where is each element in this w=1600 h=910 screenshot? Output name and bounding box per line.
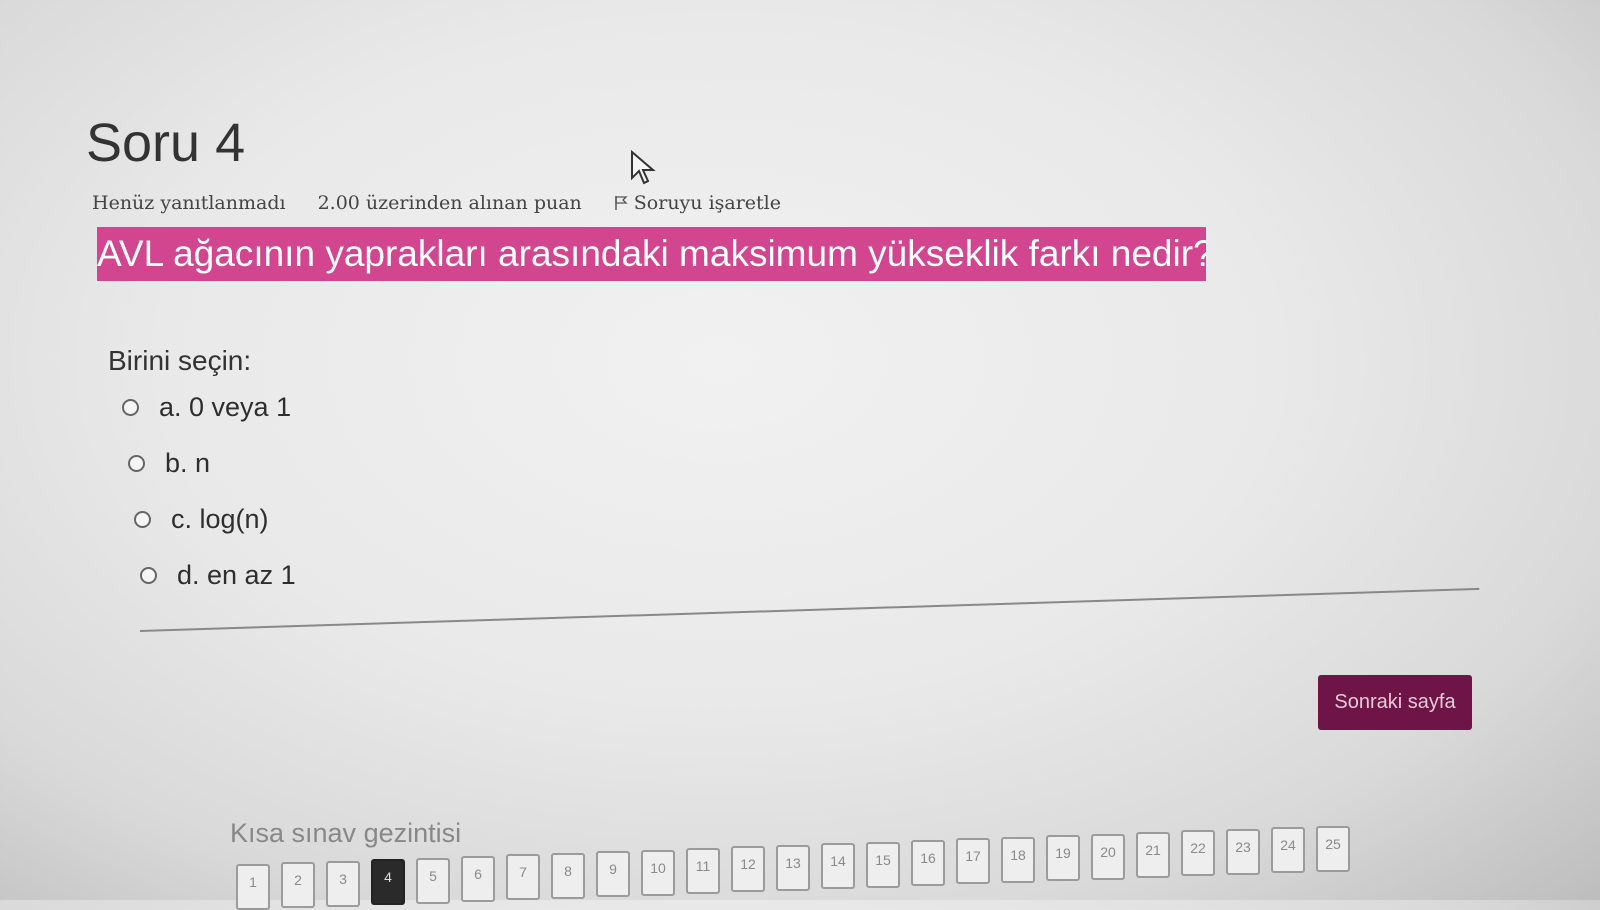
quiz-nav-item-16[interactable]: 16 [911, 840, 945, 886]
quiz-nav-item-10[interactable]: 10 [641, 849, 675, 896]
quiz-nav-item-9[interactable]: 9 [596, 851, 630, 898]
quiz-nav-item-8[interactable]: 8 [551, 852, 585, 899]
radio-button[interactable] [128, 455, 145, 472]
question-meta: Henüz yanıtlanmadı 2.00 üzerinden alınan… [92, 192, 781, 214]
flag-question-label: Soruyu işaretle [633, 192, 782, 214]
flag-icon [615, 196, 628, 210]
question-title: Soru 4 [86, 113, 246, 173]
next-page-button[interactable]: Sonraki sayfa [1318, 675, 1472, 730]
divider [139, 587, 1480, 632]
quiz-nav-item-2[interactable]: 2 [281, 862, 315, 909]
quiz-nav-item-25[interactable]: 25 [1316, 826, 1350, 872]
quiz-navigation: 1 2 3 4 5 6 7 8 9 10 11 12 13 14 15 16 17 18 19 20 21 22 23 24 2… [236, 826, 1436, 910]
radio-button[interactable] [134, 511, 151, 528]
option-b[interactable]: b. n [128, 448, 210, 479]
quiz-nav-item-21[interactable]: 21 [1136, 832, 1170, 878]
answer-prompt: Birini seçin: [108, 345, 252, 376]
quiz-nav-item-6[interactable]: 6 [461, 856, 495, 902]
quiz-nav-item-12[interactable]: 12 [731, 846, 765, 893]
option-d[interactable]: d. en az 1 [140, 560, 296, 591]
question-points: 2.00 üzerinden alınan puan [317, 192, 582, 214]
quiz-nav-item-24[interactable]: 24 [1271, 827, 1305, 874]
radio-button[interactable] [140, 567, 157, 584]
question-status: Henüz yanıtlanmadı [92, 192, 286, 214]
quiz-nav-item-22[interactable]: 22 [1181, 830, 1215, 877]
option-c[interactable]: c. log(n) [134, 504, 269, 535]
quiz-nav-item-5[interactable]: 5 [416, 857, 450, 904]
quiz-nav-item-18[interactable]: 18 [1001, 836, 1035, 883]
quiz-nav-item-15[interactable]: 15 [866, 841, 900, 888]
quiz-nav-item-20[interactable]: 20 [1091, 833, 1125, 880]
question-text: AVL ağacının yaprakları arasındaki maksi… [97, 227, 1206, 281]
quiz-nav-item-11[interactable]: 11 [686, 848, 720, 894]
mouse-cursor-icon [631, 150, 656, 185]
radio-button[interactable] [122, 399, 139, 416]
quiz-nav-item-14[interactable]: 14 [821, 843, 855, 890]
flag-question-link[interactable]: Soruyu işaretle [614, 192, 781, 214]
option-a[interactable]: a. 0 veya 1 [122, 392, 291, 423]
quiz-nav-item-23[interactable]: 23 [1226, 828, 1260, 875]
quiz-nav-item-17[interactable]: 17 [956, 838, 990, 885]
option-label: b. n [165, 448, 211, 478]
option-label: a. 0 veya 1 [159, 392, 292, 422]
option-label: d. en az 1 [177, 560, 296, 590]
option-label: c. log(n) [171, 504, 269, 534]
quiz-nav-item-7[interactable]: 7 [506, 854, 540, 901]
quiz-nav-item-13[interactable]: 13 [776, 844, 810, 891]
quiz-nav-item-4[interactable]: 4 [371, 859, 405, 906]
quiz-nav-item-1[interactable]: 1 [236, 864, 270, 910]
quiz-nav-item-19[interactable]: 19 [1046, 835, 1080, 882]
